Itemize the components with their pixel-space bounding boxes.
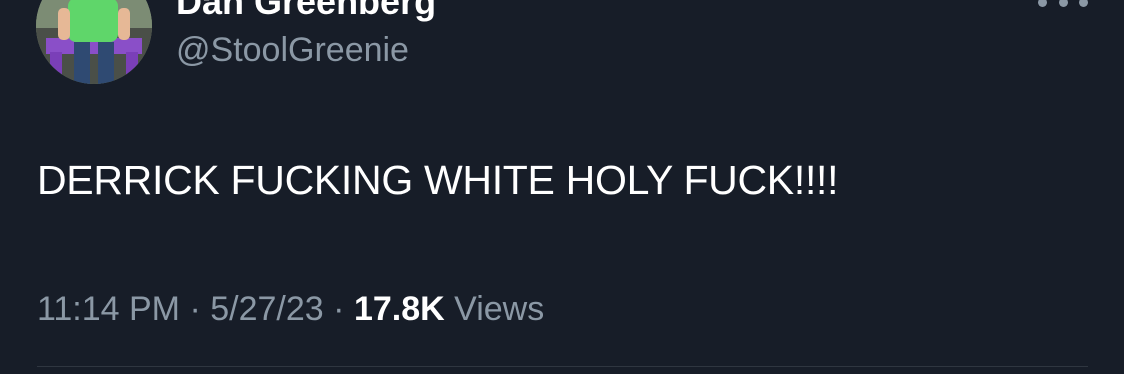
more-horizontal-icon-dot [1058, 0, 1068, 7]
tweet-time[interactable]: 11:14 PM [37, 290, 180, 328]
views-count[interactable]: 17.8K [354, 290, 445, 328]
tweet-text: DERRICK FUCKING WHITE HOLY FUCK!!!! [37, 157, 839, 203]
more-horizontal-icon [1038, 0, 1047, 7]
author-display-name[interactable]: Dan Greenberg [176, 0, 436, 22]
avatar[interactable] [36, 0, 152, 84]
divider [37, 366, 1088, 367]
meta-separator: · [189, 290, 201, 328]
author-handle[interactable]: @StoolGreenie [176, 30, 409, 70]
views-label: Views [454, 290, 545, 328]
tweet-date[interactable]: 5/27/23 [210, 290, 323, 328]
more-horizontal-icon-dot [1079, 0, 1088, 7]
meta-separator: · [333, 290, 345, 328]
tweet-detail: Dan Greenberg @StoolGreenie DERRICK FUCK… [0, 0, 1124, 374]
more-options-button[interactable] [1038, 0, 1088, 14]
avatar-image [36, 0, 152, 84]
tweet-meta: 11:14 PM · 5/27/23 · 17.8K Views [37, 288, 544, 330]
